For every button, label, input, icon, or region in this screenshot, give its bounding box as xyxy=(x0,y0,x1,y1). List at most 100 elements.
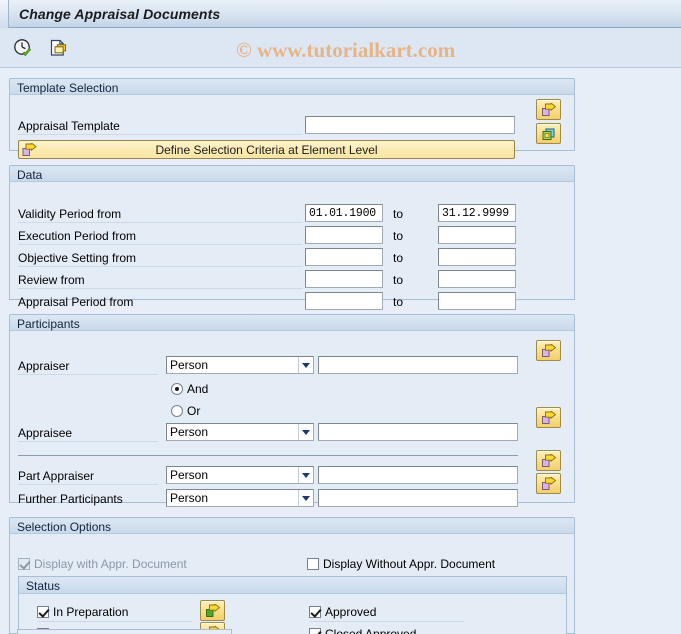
display-without-appr-document-label: Display Without Appr. Document xyxy=(323,557,496,571)
objective-setting-to-input[interactable] xyxy=(438,248,516,266)
status-approved-checkbox[interactable]: Approved xyxy=(309,605,376,619)
appraisal-period-label: Appraisal Period from xyxy=(18,295,134,309)
appraiser-input[interactable] xyxy=(318,356,518,374)
checkbox-box-icon xyxy=(307,558,319,570)
operator-or-radio[interactable]: Or xyxy=(171,404,200,418)
radio-circle-icon xyxy=(171,405,183,417)
validity-period-label: Validity Period from xyxy=(18,207,122,221)
application-toolbar xyxy=(0,28,681,68)
validity-period-to-input[interactable] xyxy=(438,204,516,222)
to-label: to xyxy=(393,207,404,221)
page-title: Change Appraisal Documents xyxy=(19,5,221,22)
row-rule xyxy=(18,134,303,135)
execution-period-label: Execution Period from xyxy=(18,229,137,243)
titlebar-grip xyxy=(0,0,9,28)
checkbox-box-icon xyxy=(18,558,30,570)
arrow-right-green-icon xyxy=(205,603,220,617)
section-divider xyxy=(18,455,518,456)
arrow-right-icon xyxy=(541,102,556,116)
arrow-right-icon xyxy=(541,410,556,424)
sap-transaction-screen: Change Appraisal Documents © www.tutoria… xyxy=(0,0,681,634)
window-titlebar: Change Appraisal Documents xyxy=(0,0,681,28)
further-participants-label: Further Participants xyxy=(18,492,123,506)
objective-setting-from-input[interactable] xyxy=(305,248,383,266)
to-label: to xyxy=(393,273,404,287)
status-closed-approved-checkbox[interactable]: Closed Approved xyxy=(309,627,416,634)
multiple-selection-button[interactable] xyxy=(536,99,561,120)
appraisal-template-label: Appraisal Template xyxy=(18,119,120,133)
review-from-input[interactable] xyxy=(305,270,383,288)
further-participants-multiple-selection-button[interactable] xyxy=(536,473,561,494)
row-rule xyxy=(18,244,303,245)
to-label: to xyxy=(393,295,404,309)
to-label: to xyxy=(393,229,404,243)
review-to-input[interactable] xyxy=(438,270,516,288)
chevron-down-icon xyxy=(298,357,313,373)
row-rule xyxy=(18,374,158,375)
appraisee-input[interactable] xyxy=(318,423,518,441)
copy-variant-button[interactable] xyxy=(536,123,561,144)
display-with-appr-document-label: Display with Appr. Document xyxy=(34,557,187,571)
arrow-right-icon xyxy=(22,142,37,157)
display-without-appr-document-checkbox[interactable]: Display Without Appr. Document xyxy=(307,557,495,571)
further-participants-input[interactable] xyxy=(318,489,518,507)
to-label: to xyxy=(393,251,404,265)
selection-options-header: Selection Options xyxy=(9,517,575,534)
appraisee-multiple-selection-button[interactable] xyxy=(536,407,561,428)
part-appraiser-multiple-selection-button[interactable] xyxy=(536,450,561,471)
arrow-right-icon xyxy=(541,343,556,357)
further-participants-type-select[interactable]: Person xyxy=(166,489,314,507)
data-panel-header: Data xyxy=(9,165,575,182)
status-in-preparation-label: In Preparation xyxy=(53,605,129,619)
part-appraiser-label: Part Appraiser xyxy=(18,469,95,483)
define-selection-criteria-label: Define Selection Criteria at Element Lev… xyxy=(155,142,378,157)
display-with-appr-document-checkbox: Display with Appr. Document xyxy=(18,557,187,571)
operator-and-radio[interactable]: And xyxy=(171,382,208,396)
row-rule xyxy=(18,266,303,267)
chevron-down-icon xyxy=(298,467,313,483)
template-selection-header: Template Selection xyxy=(9,78,575,95)
validity-period-from-input[interactable] xyxy=(305,204,383,222)
radio-circle-icon xyxy=(171,383,183,395)
status-closed-approved-label: Closed Approved xyxy=(325,627,417,634)
arrow-right-icon xyxy=(541,476,556,490)
appraiser-multiple-selection-button[interactable] xyxy=(536,340,561,361)
status-in-preparation-checkbox[interactable]: In Preparation xyxy=(37,605,128,619)
objective-setting-label: Objective Setting from xyxy=(18,251,137,265)
selection-options-panel: Selection Options Display with Appr. Doc… xyxy=(9,517,575,634)
review-label: Review from xyxy=(18,273,85,287)
appraiser-type-select[interactable]: Person xyxy=(166,356,314,374)
appraiser-type-value: Person xyxy=(170,358,209,372)
row-rule xyxy=(18,222,303,223)
row-rule xyxy=(37,621,192,622)
participants-panel: Participants Appraiser Person And Or App… xyxy=(9,314,575,507)
appraiser-label: Appraiser xyxy=(18,359,70,373)
copy-icon xyxy=(542,128,554,140)
appraisee-type-select[interactable]: Person xyxy=(166,423,314,441)
chevron-down-icon xyxy=(298,424,313,440)
operator-or-label: Or xyxy=(187,404,201,418)
row-rule xyxy=(309,621,464,622)
execution-period-from-input[interactable] xyxy=(305,226,383,244)
part-appraiser-type-select[interactable]: Person xyxy=(166,466,314,484)
execution-period-to-input[interactable] xyxy=(438,226,516,244)
part-appraiser-input[interactable] xyxy=(318,466,518,484)
define-selection-criteria-button[interactable]: Define Selection Criteria at Element Lev… xyxy=(18,140,515,159)
appraisal-template-input[interactable] xyxy=(305,116,515,134)
participants-header: Participants xyxy=(9,314,575,331)
data-panel: Data Validity Period from to Execution P… xyxy=(9,165,575,310)
status-header: Status xyxy=(19,577,566,594)
clock-check-icon[interactable] xyxy=(10,35,36,61)
status-clipped-row[interactable] xyxy=(17,629,232,634)
appraisal-period-from-input[interactable] xyxy=(305,292,383,310)
further-participants-type-value: Person xyxy=(170,491,209,505)
status-approved-label: Approved xyxy=(325,605,377,619)
appraisee-label: Appraisee xyxy=(18,426,73,440)
checkbox-box-icon xyxy=(309,606,321,618)
appraisal-period-to-input[interactable] xyxy=(438,292,516,310)
row-rule xyxy=(18,441,158,442)
status-in-preparation-detail-button[interactable] xyxy=(200,600,225,621)
chevron-down-icon xyxy=(298,490,313,506)
copy-document-icon[interactable] xyxy=(46,35,72,61)
appraisee-type-value: Person xyxy=(170,425,209,439)
